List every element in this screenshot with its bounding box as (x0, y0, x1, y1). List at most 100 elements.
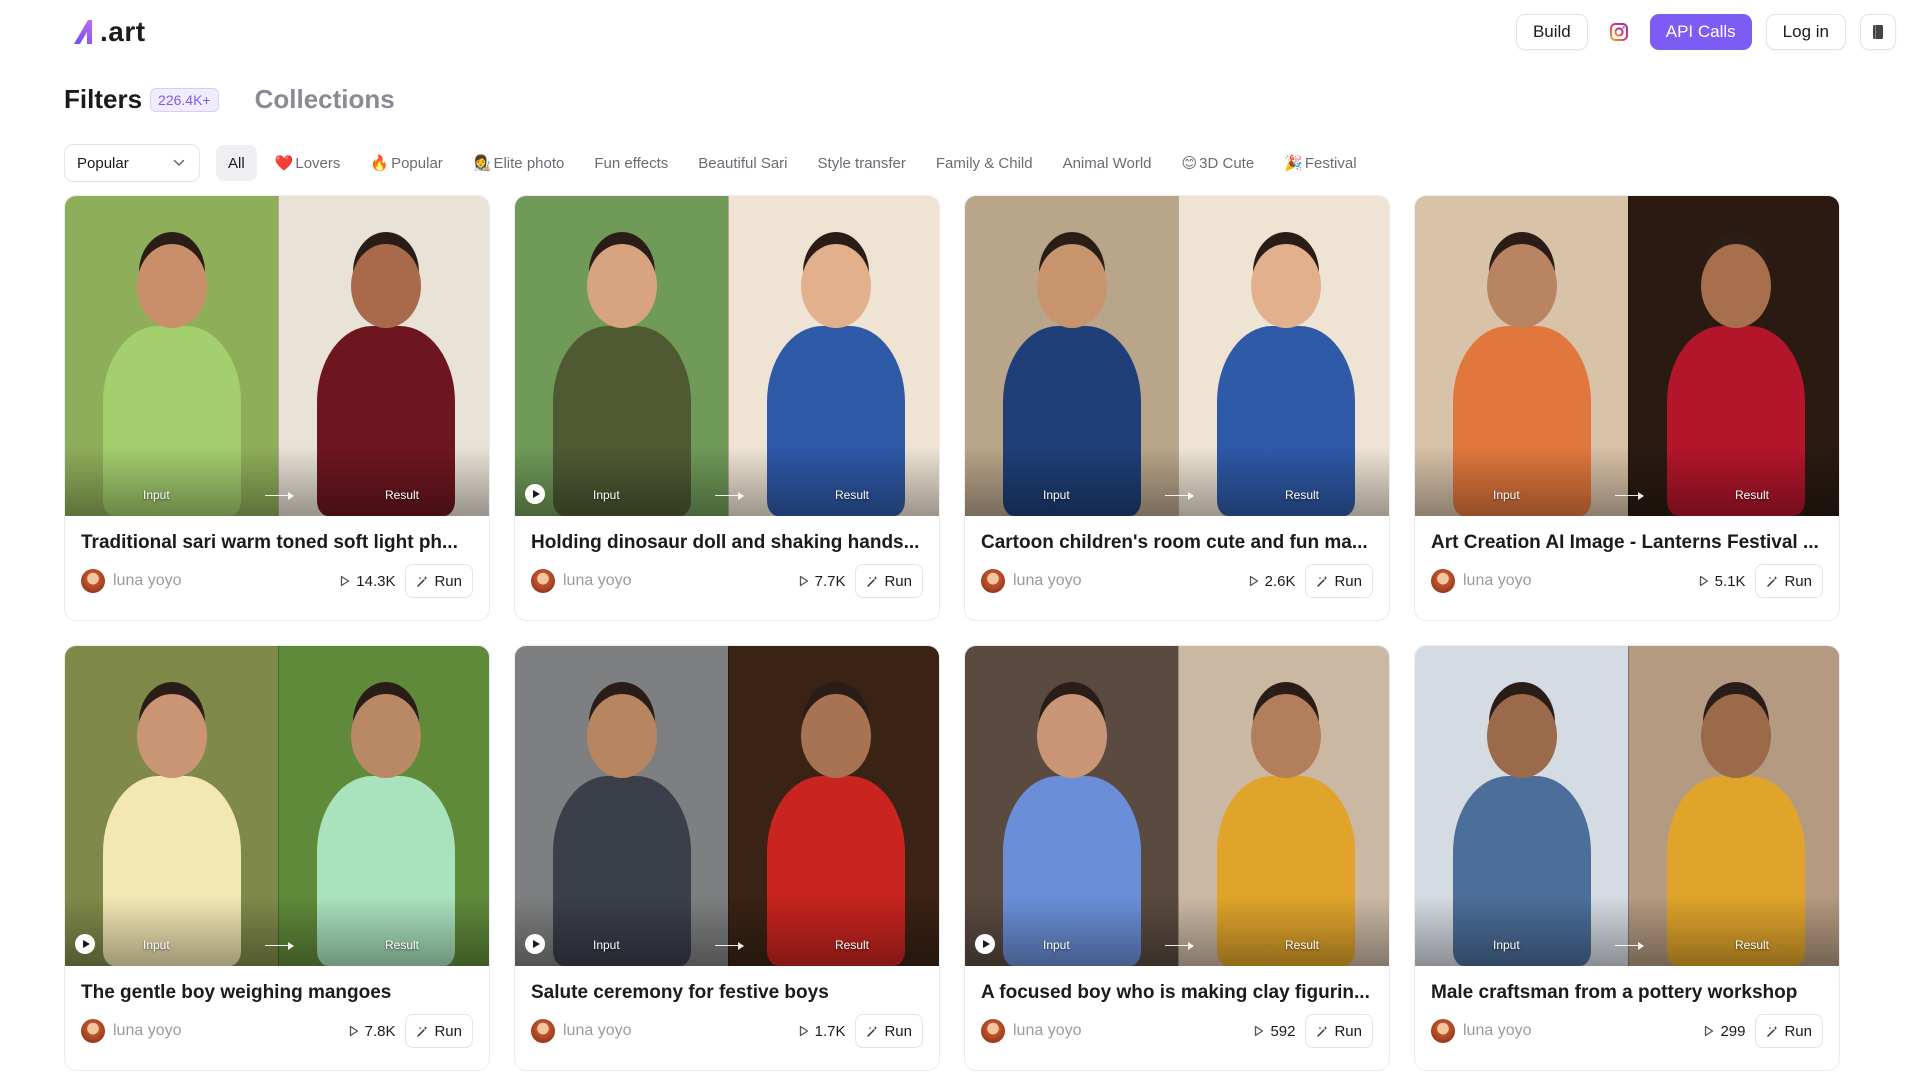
magic-wand-icon (1767, 575, 1778, 587)
category-chip[interactable]: 🎉 Festival (1272, 145, 1368, 181)
card-thumbnail[interactable]: Input Result (965, 646, 1389, 966)
play-icon[interactable] (75, 934, 95, 954)
category-chip[interactable]: Beautiful Sari (686, 145, 799, 181)
card-thumbnail[interactable]: Input Result (965, 196, 1389, 516)
run-button-label: Run (1334, 572, 1362, 590)
input-label: Input (1493, 488, 1520, 502)
author-name[interactable]: luna yoyo (563, 1022, 799, 1040)
author-name[interactable]: luna yoyo (113, 1022, 349, 1040)
arrow-right-icon (1165, 492, 1194, 500)
play-outline-icon (799, 1025, 808, 1037)
category-chip[interactable]: ❤️ Lovers (263, 145, 353, 181)
filter-card[interactable]: Input Result Salute ceremony for festive b… (514, 645, 940, 1071)
card-thumbnail[interactable]: Input Result (65, 196, 489, 516)
tab-collections[interactable]: Collections (255, 84, 395, 115)
avatar[interactable] (981, 569, 1005, 593)
logo[interactable]: .art (72, 12, 146, 52)
category-chip[interactable]: 😊 3D Cute (1170, 145, 1267, 181)
run-button-label: Run (884, 572, 912, 590)
card-title[interactable]: Holding dinosaur doll and shaking hands.… (531, 532, 923, 554)
card-thumbnail[interactable]: Input Result (1415, 646, 1839, 966)
sort-select[interactable]: Popular (64, 144, 200, 182)
figure-head (587, 694, 657, 778)
play-icon[interactable] (525, 934, 545, 954)
card-title[interactable]: Salute ceremony for festive boys (531, 982, 923, 1004)
play-outline-icon (799, 575, 808, 587)
logo-text: .art (100, 16, 146, 47)
avatar[interactable] (81, 569, 105, 593)
filters-grid: Input Result Traditional sari warm toned s… (64, 195, 1842, 1071)
build-button[interactable]: Build (1515, 14, 1588, 50)
login-button[interactable]: Log in (1765, 14, 1846, 50)
avatar[interactable] (531, 1019, 555, 1043)
author-name[interactable]: luna yoyo (1013, 1022, 1254, 1040)
category-chip[interactable]: Family & Child (924, 145, 1045, 181)
category-chip[interactable]: Fun effects (582, 145, 680, 181)
card-thumbnail[interactable]: Input Result (65, 646, 489, 966)
play-icon[interactable] (525, 484, 545, 504)
arrow-right-icon (1615, 942, 1644, 950)
input-label: Input (593, 938, 620, 952)
figure-head (587, 244, 657, 328)
run-button[interactable]: Run (1755, 1014, 1823, 1048)
chip-label: Festival (1304, 154, 1357, 172)
avatar[interactable] (81, 1019, 105, 1043)
author-name[interactable]: luna yoyo (563, 572, 799, 590)
magic-wand-icon (1767, 1025, 1778, 1037)
figure-head (1251, 244, 1321, 328)
card-thumbnail[interactable]: Input Result (1415, 196, 1839, 516)
filter-card[interactable]: Input Result Holding dinosaur doll and sha… (514, 195, 940, 621)
filter-card[interactable]: Input Result Traditional sari warm toned s… (64, 195, 490, 621)
filter-card[interactable]: Input Result The gentle boy weighing mango… (64, 645, 490, 1071)
filter-card[interactable]: Input Result A focused boy who is making c… (964, 645, 1390, 1071)
card-title[interactable]: Traditional sari warm toned soft light p… (81, 532, 473, 554)
arrow-right-icon (265, 942, 294, 950)
card-title[interactable]: Male craftsman from a pottery workshop (1431, 982, 1823, 1004)
author-name[interactable]: luna yoyo (113, 572, 340, 590)
tab-filters[interactable]: Filters (64, 84, 142, 115)
author-name[interactable]: luna yoyo (1013, 572, 1249, 590)
run-button[interactable]: Run (1305, 564, 1373, 598)
run-button[interactable]: Run (855, 1014, 923, 1048)
category-chip[interactable]: 🔥 Popular (358, 145, 454, 181)
category-chip[interactable]: Animal World (1051, 145, 1164, 181)
author-name[interactable]: luna yoyo (1463, 572, 1699, 590)
avatar[interactable] (1431, 1019, 1455, 1043)
menu-button[interactable] (1860, 14, 1896, 50)
run-count: 299 (1704, 1023, 1745, 1040)
category-chip[interactable]: Style transfer (806, 145, 918, 181)
chip-label: Elite photo (493, 154, 565, 172)
instagram-button[interactable] (1602, 14, 1636, 50)
card-title[interactable]: The gentle boy weighing mangoes (81, 982, 473, 1004)
avatar[interactable] (1431, 569, 1455, 593)
filter-card[interactable]: Input Result Male craftsman from a pottery… (1414, 645, 1840, 1071)
category-chip[interactable]: All (216, 145, 257, 181)
run-button[interactable]: Run (405, 564, 473, 598)
result-label: Result (1734, 938, 1769, 952)
card-thumbnail[interactable]: Input Result (515, 196, 939, 516)
magic-wand-icon (417, 1025, 428, 1037)
author-name[interactable]: luna yoyo (1463, 1022, 1704, 1040)
card-title[interactable]: Cartoon children's room cute and fun ma.… (981, 532, 1373, 554)
run-button[interactable]: Run (1755, 564, 1823, 598)
card-meta: luna yoyo 14.3K Run (81, 564, 473, 598)
card-thumbnail[interactable]: Input Result (515, 646, 939, 966)
run-count: 5.1K (1699, 573, 1745, 590)
avatar[interactable] (531, 569, 555, 593)
chip-label: Beautiful Sari (698, 154, 788, 172)
chip-label: Lovers (295, 154, 341, 172)
card-title[interactable]: A focused boy who is making clay figurin… (981, 982, 1373, 1004)
card-title[interactable]: Art Creation AI Image - Lanterns Festiva… (1431, 532, 1823, 554)
filter-card[interactable]: Input Result Cartoon children's room cute … (964, 195, 1390, 621)
filter-card[interactable]: Input Result Art Creation AI Image - Lante… (1414, 195, 1840, 621)
play-outline-icon (1699, 575, 1708, 587)
run-button[interactable]: Run (855, 564, 923, 598)
book-icon (1873, 25, 1883, 39)
run-button[interactable]: Run (405, 1014, 473, 1048)
play-icon[interactable] (975, 934, 995, 954)
api-calls-button[interactable]: API Calls (1649, 14, 1752, 50)
figure-head (801, 244, 871, 328)
category-chip[interactable]: 👩‍🎨 Elite photo (461, 145, 577, 181)
avatar[interactable] (981, 1019, 1005, 1043)
run-button[interactable]: Run (1305, 1014, 1373, 1048)
